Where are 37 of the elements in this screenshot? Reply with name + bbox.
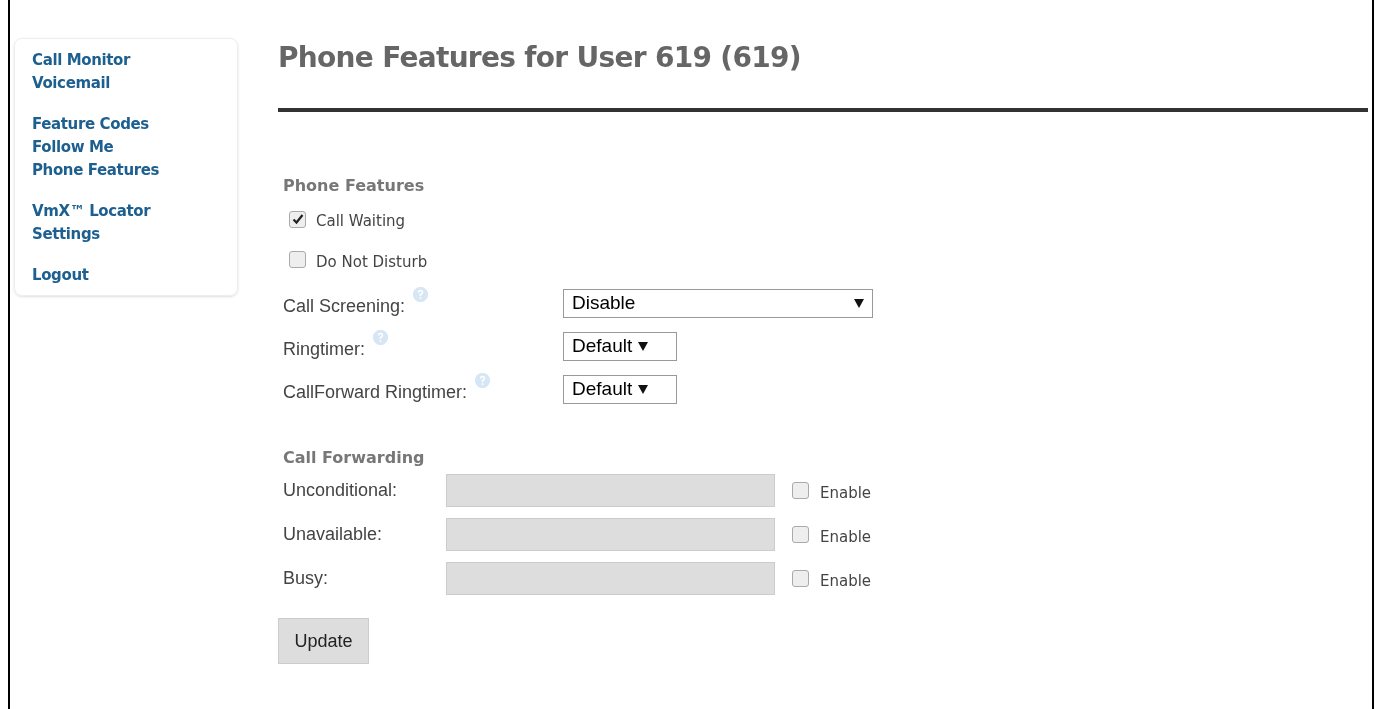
checkbox-label: Enable: [820, 483, 872, 505]
sidebar-link[interactable]: Call Monitor: [32, 49, 131, 72]
help-icon[interactable]: [475, 373, 491, 388]
field-label: Call Screening:: [283, 295, 406, 318]
sidebar-link[interactable]: Feature Codes: [32, 113, 149, 136]
caret-icon: [638, 385, 649, 394]
sidebar-link[interactable]: Settings: [32, 223, 100, 246]
field-label: Busy:: [283, 567, 330, 590]
checkbox-label: Do Not Disturb: [316, 251, 428, 273]
section-heading: Call Forwarding: [283, 447, 426, 469]
caret-icon: [854, 299, 864, 308]
sidebar-link[interactable]: Voicemail: [32, 72, 110, 95]
checkbox[interactable]: [792, 526, 809, 543]
sidebar-link[interactable]: VmX™ Locator: [32, 200, 151, 223]
checkbox-label: Enable: [820, 571, 872, 593]
select-dropdown[interactable]: Default: [563, 375, 677, 404]
help-icon[interactable]: [413, 287, 429, 302]
checkbox[interactable]: [792, 570, 809, 587]
field-label: Unconditional:: [283, 479, 399, 502]
field-label: Ringtimer:: [283, 338, 366, 361]
help-icon[interactable]: [373, 330, 389, 345]
sidebar-link[interactable]: Follow Me: [32, 136, 114, 159]
checkbox-label: Enable: [820, 527, 872, 549]
section-heading: Phone Features: [283, 175, 426, 197]
select-dropdown[interactable]: Disable: [563, 289, 873, 318]
checkbox[interactable]: [289, 251, 306, 269]
caret-icon: [638, 342, 649, 351]
sidebar-link[interactable]: Logout: [32, 264, 89, 287]
checkbox[interactable]: [792, 482, 809, 499]
page-title: Phone Features for User 619 (619): [278, 40, 802, 76]
checkbox-label: Call Waiting: [316, 211, 406, 232]
checkbox[interactable]: [289, 210, 306, 228]
select-dropdown[interactable]: Default: [563, 332, 677, 361]
sidebar-link[interactable]: Phone Features: [32, 159, 160, 182]
field-label: Unavailable:: [283, 523, 384, 546]
field-label: CallForward Ringtimer:: [283, 381, 468, 404]
update-button[interactable]: Update: [278, 618, 369, 664]
